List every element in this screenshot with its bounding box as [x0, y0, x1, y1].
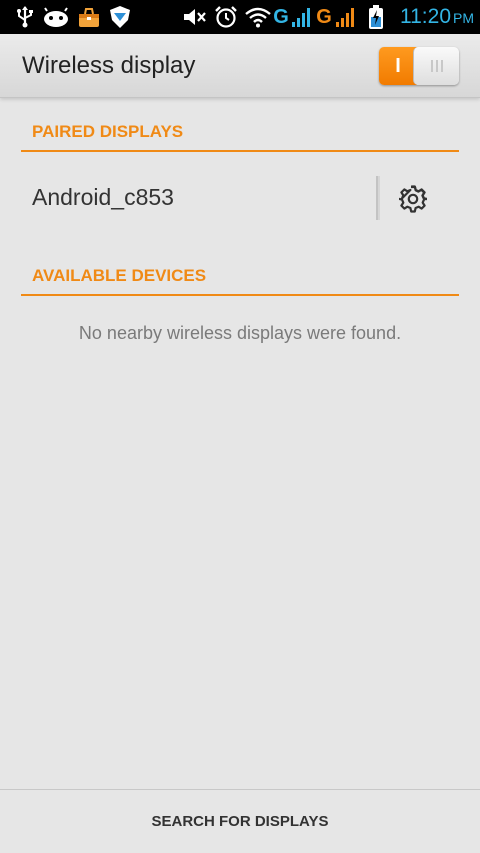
alarm-icon — [214, 5, 238, 29]
available-devices-label: AVAILABLE DEVICES — [32, 266, 207, 285]
shield-icon — [108, 5, 132, 29]
battery-charging-icon — [366, 5, 386, 29]
bottom-action-bar: SEARCH FOR DISPLAYS — [0, 789, 480, 853]
gear-icon — [399, 185, 427, 213]
android-icon — [42, 5, 70, 29]
wireless-display-toggle[interactable]: I — [379, 47, 459, 85]
usb-icon — [14, 5, 36, 29]
action-bar: Wireless display I — [0, 34, 480, 98]
available-devices-header: AVAILABLE DEVICES — [21, 258, 459, 296]
clock-ampm: PM — [453, 10, 474, 26]
network-type-1: G — [273, 5, 289, 28]
network-type-2: G — [316, 5, 332, 28]
grip-icon — [430, 60, 443, 72]
mute-icon — [182, 5, 208, 29]
row-divider — [376, 176, 380, 220]
device-name: Android_c853 — [32, 184, 174, 210]
toggle-thumb[interactable] — [413, 47, 459, 85]
signal-2-icon — [334, 5, 358, 29]
status-bar: G G 11:20 PM — [0, 0, 480, 34]
toggle-on-label: I — [379, 47, 417, 85]
wifi-icon — [244, 5, 272, 29]
paired-displays-label: PAIRED DISPLAYS — [32, 122, 184, 141]
empty-state-message: No nearby wireless displays were found. — [78, 323, 402, 343]
device-settings-button[interactable] — [394, 180, 432, 218]
page-title: Wireless display — [22, 52, 196, 79]
paired-displays-header: PAIRED DISPLAYS — [21, 114, 459, 152]
search-for-displays-button[interactable]: SEARCH FOR DISPLAYS — [0, 790, 480, 853]
clock-time: 11:20 — [400, 5, 451, 28]
status-clock: 11:20 PM — [400, 0, 474, 34]
paired-device-row[interactable]: Android_c853 — [0, 152, 480, 244]
signal-1-icon — [290, 5, 314, 29]
toolbox-icon — [76, 5, 102, 29]
